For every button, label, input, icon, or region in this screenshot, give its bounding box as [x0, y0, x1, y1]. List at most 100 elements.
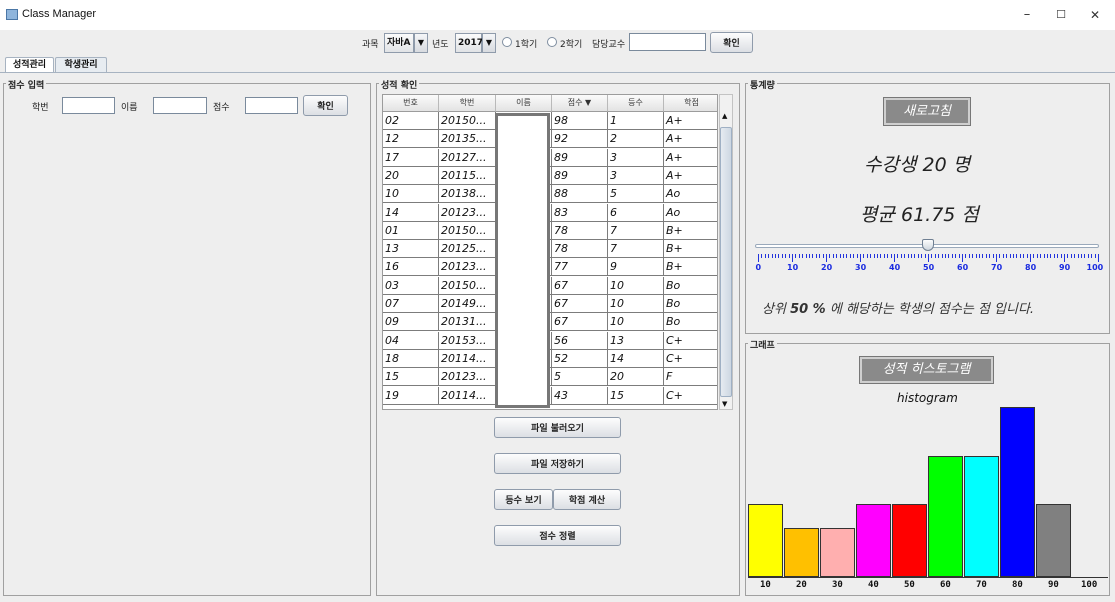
maximize-button[interactable]: ☐: [1050, 5, 1072, 25]
table-cell[interactable]: A+: [664, 112, 717, 130]
table-cell[interactable]: 14: [608, 349, 664, 368]
table-cell[interactable]: 19: [383, 386, 439, 405]
table-cell[interactable]: 2: [608, 130, 664, 149]
table-cell[interactable]: A+: [664, 130, 717, 149]
table-cell[interactable]: 20115...: [439, 166, 496, 185]
calc-grade-button[interactable]: 학점 계산: [553, 489, 621, 510]
table-cell[interactable]: 20123...: [439, 203, 496, 222]
table-cell[interactable]: 07: [383, 295, 439, 313]
table-cell[interactable]: 01: [383, 221, 439, 240]
table-cell[interactable]: 10: [608, 276, 664, 295]
minimize-button[interactable]: –: [1016, 5, 1038, 25]
semester2-radio[interactable]: [547, 37, 557, 47]
column-header-0[interactable]: 번호: [383, 95, 439, 112]
table-scroll-thumb[interactable]: [720, 127, 732, 397]
table-cell[interactable]: 04: [383, 331, 439, 350]
score-input[interactable]: [245, 97, 298, 114]
table-cell[interactable]: Ao: [664, 185, 717, 204]
table-cell[interactable]: 16: [383, 258, 439, 277]
table-cell[interactable]: 15: [608, 386, 664, 405]
close-button[interactable]: ✕: [1084, 5, 1106, 25]
table-cell[interactable]: 89: [552, 166, 608, 185]
table-cell[interactable]: 83: [552, 203, 608, 222]
table-cell[interactable]: 5: [552, 368, 608, 387]
table-cell[interactable]: 10: [383, 185, 439, 204]
professor-input[interactable]: [629, 33, 706, 51]
histogram-button[interactable]: 성적 히스토그램: [859, 356, 994, 384]
table-cell[interactable]: Ao: [664, 204, 717, 222]
table-cell[interactable]: B+: [664, 240, 717, 259]
save-file-button[interactable]: 파일 저장하기: [494, 453, 621, 474]
table-cell[interactable]: 98: [552, 112, 608, 130]
score-input-confirm-button[interactable]: 확인: [303, 95, 348, 116]
table-cell[interactable]: 20153...: [439, 331, 496, 350]
table-cell[interactable]: 88: [552, 185, 608, 204]
table-cell[interactable]: 20131...: [439, 313, 496, 332]
table-cell[interactable]: 17: [383, 148, 439, 167]
table-cell[interactable]: 20123...: [439, 368, 496, 387]
table-cell[interactable]: 67: [552, 295, 608, 313]
table-cell[interactable]: 20114...: [439, 349, 496, 368]
table-cell[interactable]: C+: [664, 387, 717, 405]
table-cell[interactable]: C+: [664, 350, 717, 368]
table-cell[interactable]: 52: [552, 349, 608, 368]
table-cell[interactable]: 78: [552, 240, 608, 259]
table-cell[interactable]: Bo: [664, 295, 717, 313]
table-cell[interactable]: 7: [608, 240, 664, 259]
table-cell[interactable]: 20138...: [439, 185, 496, 204]
table-cell[interactable]: 77: [552, 258, 608, 277]
table-cell[interactable]: 3: [608, 166, 664, 185]
table-cell[interactable]: F: [664, 368, 717, 387]
table-cell[interactable]: 15: [383, 368, 439, 387]
column-header-1[interactable]: 학번: [439, 95, 496, 112]
table-cell[interactable]: 20149...: [439, 295, 496, 313]
table-cell[interactable]: 5: [608, 185, 664, 204]
table-cell[interactable]: 7: [608, 221, 664, 240]
table-cell[interactable]: 20: [608, 368, 664, 387]
column-header-4[interactable]: 등수: [608, 95, 664, 112]
toolbar-confirm-button[interactable]: 확인: [710, 32, 753, 53]
column-header-3[interactable]: 점수 ▼: [552, 95, 608, 112]
table-cell[interactable]: 9: [608, 258, 664, 277]
view-rank-button[interactable]: 등수 보기: [494, 489, 553, 510]
table-cell[interactable]: 78: [552, 221, 608, 240]
table-cell[interactable]: Bo: [664, 277, 717, 295]
table-cell[interactable]: 3: [608, 148, 664, 167]
table-cell[interactable]: 20125...: [439, 240, 496, 259]
table-cell[interactable]: 18: [383, 349, 439, 368]
table-cell[interactable]: 14: [383, 203, 439, 222]
table-cell[interactable]: 20127...: [439, 148, 496, 167]
subject-dropdown-arrow-icon[interactable]: ▼: [414, 33, 428, 53]
tab-student-management[interactable]: 학생관리: [55, 57, 107, 72]
table-cell[interactable]: 09: [383, 313, 439, 332]
subject-select[interactable]: 자바A: [384, 33, 414, 53]
table-cell[interactable]: 20150...: [439, 112, 496, 130]
column-header-2[interactable]: 이름: [496, 95, 552, 112]
table-cell[interactable]: 20: [383, 166, 439, 185]
student-id-input[interactable]: [62, 97, 115, 114]
table-cell[interactable]: B+: [664, 258, 717, 277]
table-cell[interactable]: B+: [664, 222, 717, 240]
scroll-up-icon[interactable]: ▲: [722, 112, 727, 120]
table-cell[interactable]: 13: [383, 240, 439, 259]
table-cell[interactable]: 10: [608, 295, 664, 313]
name-input[interactable]: [153, 97, 207, 114]
table-cell[interactable]: A+: [664, 167, 717, 185]
table-cell[interactable]: C+: [664, 332, 717, 350]
table-cell[interactable]: 67: [552, 313, 608, 332]
table-cell[interactable]: 10: [608, 313, 664, 332]
load-file-button[interactable]: 파일 불러오기: [494, 417, 621, 438]
table-cell[interactable]: 20135...: [439, 130, 496, 149]
refresh-button[interactable]: 새로고침: [883, 97, 971, 126]
table-cell[interactable]: 03: [383, 276, 439, 295]
table-cell[interactable]: 20150...: [439, 276, 496, 295]
table-cell[interactable]: 92: [552, 130, 608, 149]
sort-score-button[interactable]: 점수 정렬: [494, 525, 621, 546]
table-cell[interactable]: 89: [552, 148, 608, 167]
table-cell[interactable]: 12: [383, 130, 439, 149]
semester1-radio[interactable]: [502, 37, 512, 47]
table-cell[interactable]: 02: [383, 112, 439, 130]
table-cell[interactable]: 20123...: [439, 258, 496, 277]
year-dropdown-arrow-icon[interactable]: ▼: [482, 33, 496, 53]
table-cell[interactable]: 1: [608, 112, 664, 130]
